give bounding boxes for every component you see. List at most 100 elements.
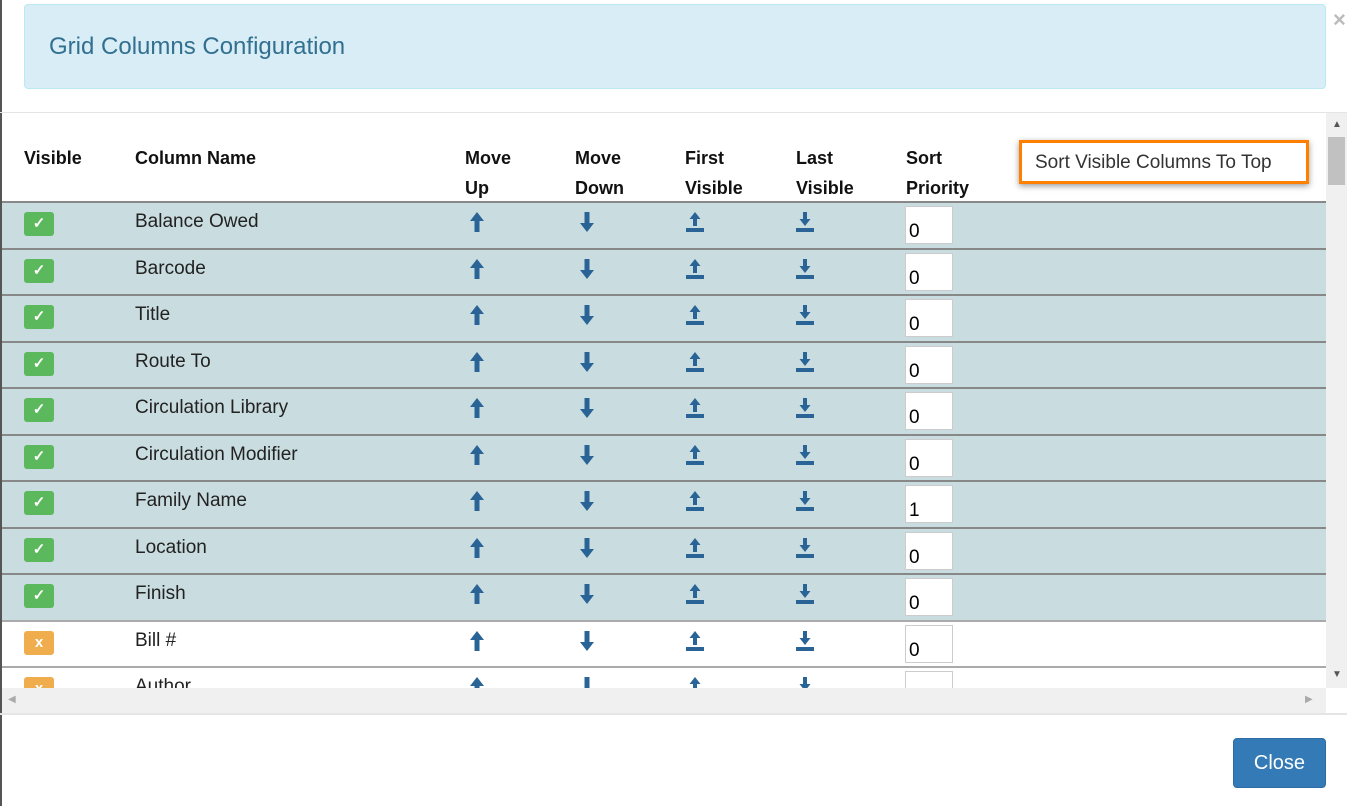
first-visible-icon[interactable]: [685, 676, 703, 688]
visibility-toggle[interactable]: ✓: [24, 305, 54, 329]
header-line: Sort: [906, 148, 942, 168]
visibility-toggle[interactable]: ✓: [24, 537, 54, 562]
move-up-icon[interactable]: [468, 490, 486, 512]
last-visible-icon[interactable]: [795, 444, 814, 466]
visibility-toggle[interactable]: ✓: [24, 398, 54, 422]
sort-priority-input[interactable]: [905, 206, 953, 244]
move-up-icon[interactable]: [468, 258, 486, 280]
last-visible-icon[interactable]: [795, 304, 814, 326]
column-name: Finish: [135, 583, 186, 604]
table-row: ✓ Title: [2, 294, 1326, 341]
sort-visible-columns-button[interactable]: Sort Visible Columns To Top: [1019, 140, 1309, 184]
table-row: ✓ Family Name: [2, 480, 1326, 527]
visibility-toggle[interactable]: ✓: [24, 351, 54, 376]
first-visible-icon[interactable]: [685, 258, 704, 280]
first-visible-icon[interactable]: [685, 583, 704, 605]
scroll-down-icon[interactable]: ▼: [1332, 669, 1342, 680]
scrollbar-thumb[interactable]: [1328, 137, 1345, 185]
visibility-toggle[interactable]: x: [24, 677, 54, 688]
vertical-scrollbar[interactable]: ▲ ▼: [1326, 113, 1347, 688]
move-down-icon[interactable]: [578, 630, 596, 652]
table-row: x Bill #: [2, 619, 1326, 666]
close-button[interactable]: Close: [1233, 738, 1326, 788]
column-name: Barcode: [135, 257, 206, 279]
sort-priority-input[interactable]: [905, 299, 953, 337]
first-visible-icon[interactable]: [685, 211, 704, 233]
move-down-icon[interactable]: [578, 583, 596, 605]
sort-priority-input[interactable]: [905, 531, 953, 570]
last-visible-icon[interactable]: [795, 490, 814, 512]
first-visible-icon[interactable]: [685, 630, 704, 652]
visibility-toggle[interactable]: ✓: [24, 584, 54, 608]
header-line: First: [685, 148, 725, 168]
visibility-toggle[interactable]: ✓: [24, 491, 54, 515]
move-down-icon[interactable]: [578, 537, 596, 559]
sort-priority-input[interactable]: [905, 392, 953, 430]
move-down-icon[interactable]: [578, 490, 596, 512]
header-column-name: Column Name: [135, 148, 257, 168]
sort-priority-input[interactable]: [905, 485, 953, 523]
last-visible-icon[interactable]: [795, 537, 814, 559]
sort-priority-input[interactable]: [905, 578, 953, 616]
move-up-icon[interactable]: [468, 211, 486, 233]
move-down-icon[interactable]: [578, 676, 596, 688]
move-up-icon[interactable]: [468, 397, 486, 419]
table-body: ✓ Balance Owed ✓ Barcode ✓ Title ✓ Route…: [2, 201, 1326, 688]
move-down-icon[interactable]: [578, 397, 596, 419]
last-visible-icon[interactable]: [795, 258, 814, 280]
last-visible-icon[interactable]: [795, 351, 814, 373]
visibility-toggle[interactable]: ✓: [24, 444, 54, 469]
scroll-left-icon[interactable]: ◀: [8, 694, 16, 705]
move-down-icon[interactable]: [578, 258, 596, 280]
first-visible-icon[interactable]: [685, 397, 704, 419]
move-up-icon[interactable]: [468, 444, 486, 466]
header-line: Move: [575, 148, 622, 168]
header-line: Priority: [906, 178, 970, 198]
last-visible-icon[interactable]: [795, 630, 814, 652]
sort-priority-input[interactable]: [905, 252, 953, 291]
divider: [0, 713, 1347, 715]
scroll-right-icon[interactable]: ▶: [1305, 694, 1313, 705]
move-down-icon[interactable]: [578, 444, 596, 466]
last-visible-icon[interactable]: [795, 211, 814, 233]
visibility-toggle[interactable]: ✓: [24, 258, 54, 283]
last-visible-icon[interactable]: [795, 676, 813, 688]
move-up-icon[interactable]: [468, 630, 486, 652]
last-visible-icon[interactable]: [795, 397, 814, 419]
move-up-icon[interactable]: [468, 676, 486, 688]
header-line: Visible: [685, 178, 743, 198]
header-line: Down: [575, 178, 624, 198]
move-up-icon[interactable]: [468, 351, 486, 373]
column-name: Family Name: [135, 490, 247, 511]
move-up-icon[interactable]: [468, 537, 486, 559]
horizontal-scrollbar[interactable]: ◀ ▶: [2, 688, 1326, 713]
move-up-icon[interactable]: [468, 583, 486, 605]
table-row: ✓ Route To: [2, 340, 1326, 387]
sort-priority-input[interactable]: [905, 438, 953, 477]
visibility-toggle[interactable]: x: [24, 630, 54, 655]
sort-priority-input[interactable]: [905, 345, 953, 384]
table-row: ✓ Circulation Library: [2, 387, 1326, 434]
column-name: Bill #: [135, 629, 177, 651]
last-visible-icon[interactable]: [795, 583, 814, 605]
dialog-header: Grid Columns Configuration ×: [24, 4, 1346, 89]
first-visible-icon[interactable]: [685, 351, 704, 373]
columns-table: Visible Column Name Move Up Move Down Firs…: [2, 113, 1326, 688]
sort-priority-input[interactable]: [905, 671, 953, 688]
first-visible-icon[interactable]: [685, 537, 704, 559]
table-row: ✓ Finish: [2, 573, 1326, 620]
move-down-icon[interactable]: [578, 351, 596, 373]
first-visible-icon[interactable]: [685, 490, 704, 512]
table-row: ✓ Circulation Modifier: [2, 433, 1326, 480]
header-first-visible: First Visible: [685, 143, 743, 203]
visibility-toggle[interactable]: ✓: [24, 212, 54, 236]
move-down-icon[interactable]: [578, 304, 596, 326]
sort-priority-input[interactable]: [905, 624, 953, 663]
close-icon[interactable]: ×: [1333, 7, 1346, 33]
move-down-icon[interactable]: [578, 211, 596, 233]
move-up-icon[interactable]: [468, 304, 486, 326]
table-row: ✓ Location: [2, 526, 1326, 573]
first-visible-icon[interactable]: [685, 444, 704, 466]
scroll-up-icon[interactable]: ▲: [1332, 119, 1342, 130]
first-visible-icon[interactable]: [685, 304, 704, 326]
